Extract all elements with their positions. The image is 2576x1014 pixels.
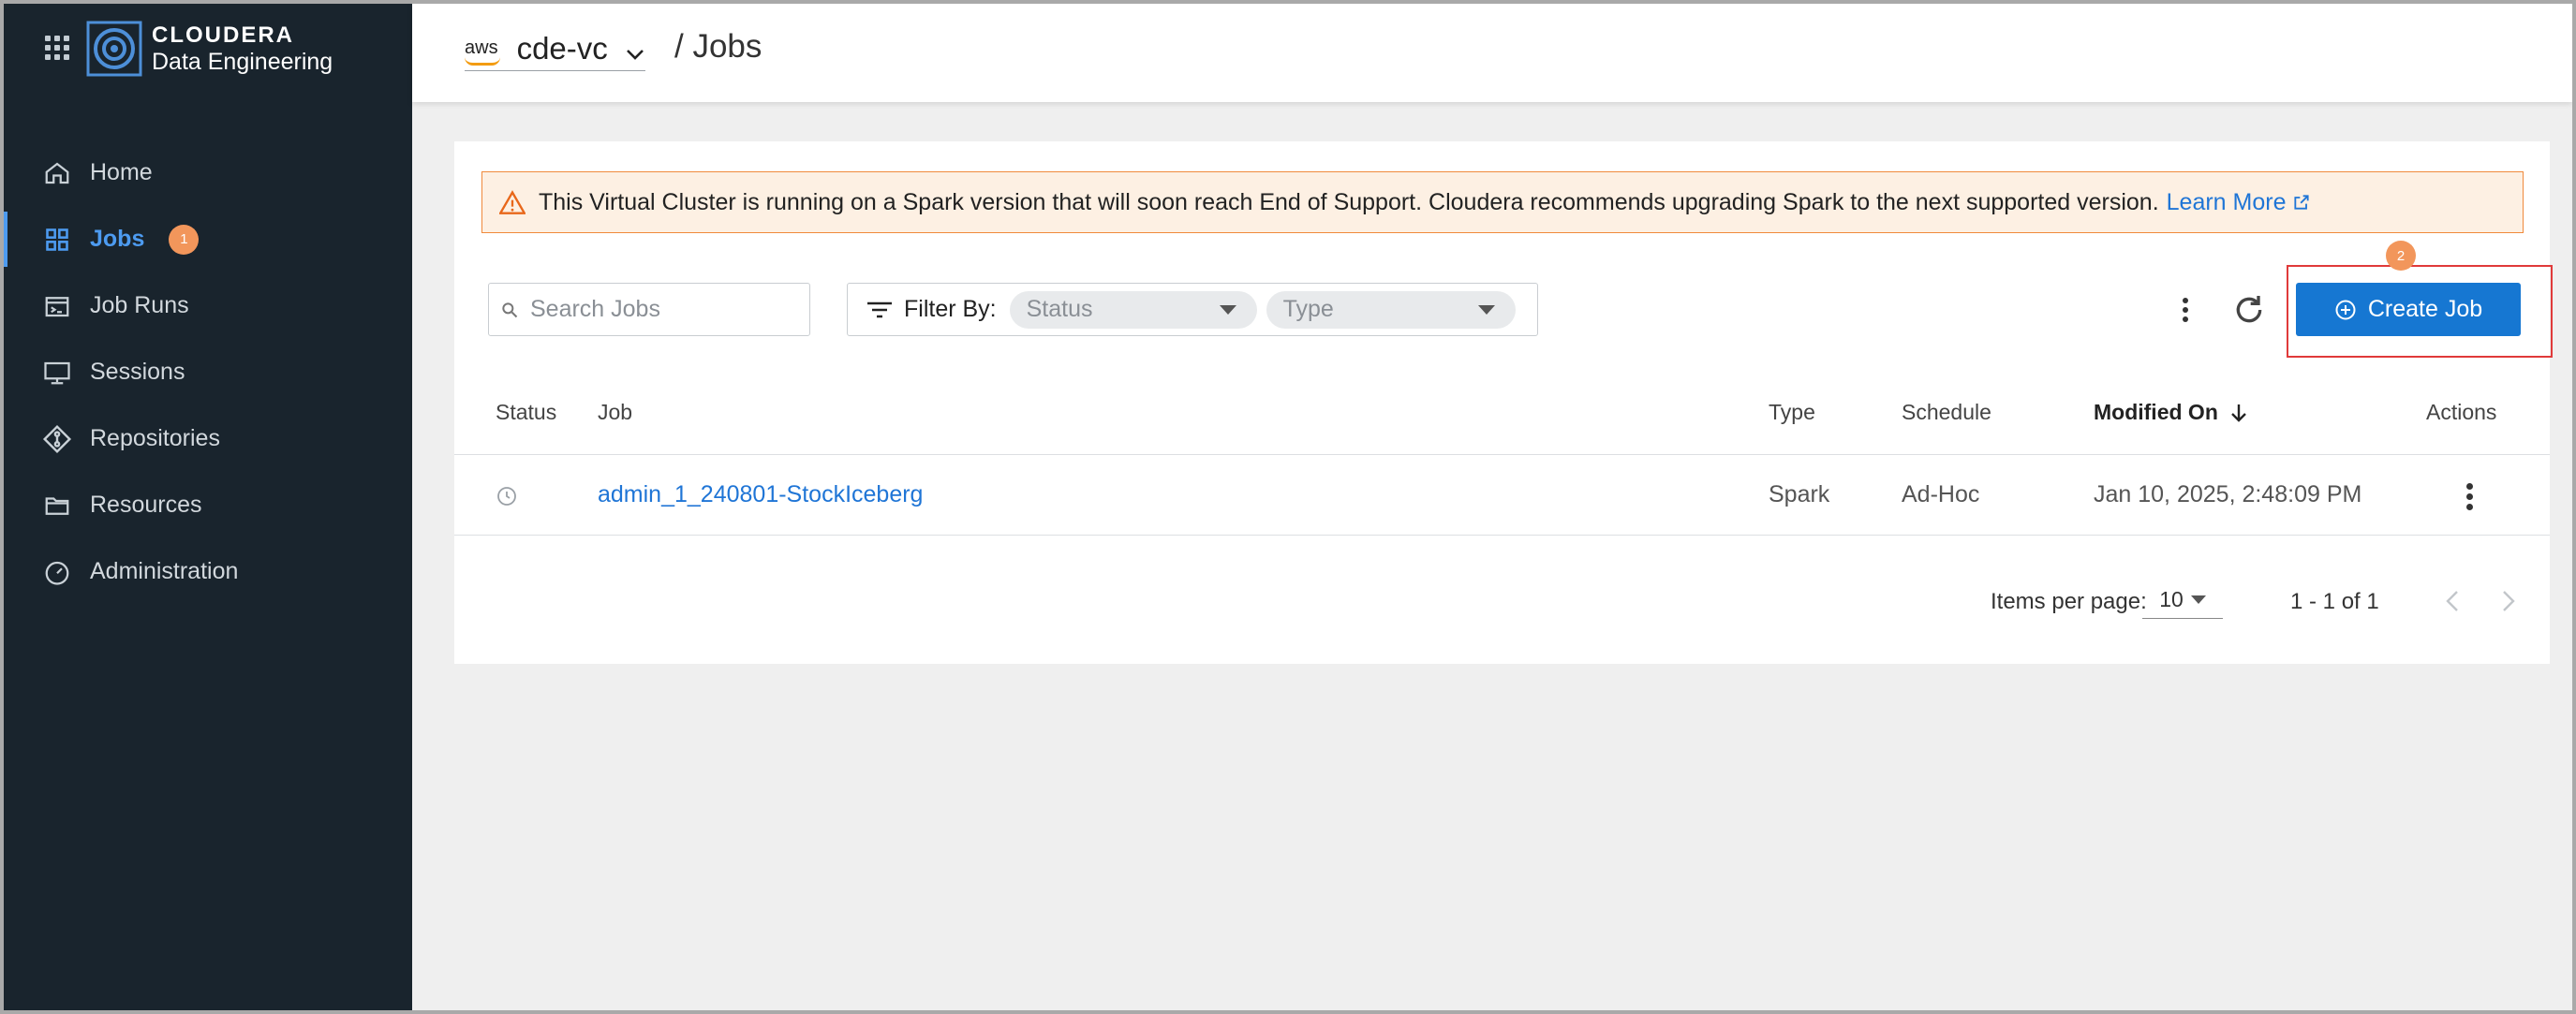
page-range: 1 - 1 of 1 — [2290, 589, 2379, 614]
table-row: admin_1_240801-StockIceberg Spark Ad-Hoc… — [454, 455, 2550, 536]
app-launcher-icon[interactable] — [45, 36, 69, 60]
job-name-link[interactable]: admin_1_240801-StockIceberg — [598, 481, 923, 508]
external-link-icon — [2293, 195, 2309, 210]
sidebar-item-resources[interactable]: Resources — [4, 472, 412, 538]
sidebar-item-repositories[interactable]: Repositories — [4, 405, 412, 472]
jobs-panel: This Virtual Cluster is running on a Spa… — [454, 141, 2553, 664]
chevron-down-icon — [626, 50, 644, 60]
sidebar-item-job-runs[interactable]: Job Runs — [4, 272, 412, 339]
caret-down-icon — [1219, 304, 1236, 315]
clock-icon — [497, 487, 516, 506]
sidebar-item-jobs[interactable]: Jobs 1 — [4, 206, 412, 272]
sidebar-item-label: Sessions — [90, 359, 185, 385]
items-per-page-value: 10 — [2159, 587, 2184, 611]
cloudera-logo-icon — [86, 21, 142, 77]
job-type: Spark — [1769, 481, 1830, 507]
jobs-table-header: Status Job Type Schedule Modified On Act… — [454, 366, 2550, 455]
sidebar-item-administration[interactable]: Administration — [4, 538, 412, 605]
monitor-icon — [41, 357, 73, 389]
plus-circle-icon — [2334, 299, 2357, 321]
learn-more-label: Learn More — [2166, 188, 2287, 215]
items-per-page-label: Items per page: — [1991, 589, 2147, 614]
folder-icon — [41, 490, 73, 522]
grid-icon — [41, 224, 73, 256]
column-type[interactable]: Type — [1769, 400, 1815, 425]
step-badge: 2 — [2386, 241, 2416, 271]
sidebar-item-label: Jobs — [90, 226, 145, 252]
search-icon — [502, 301, 518, 317]
column-modified-on[interactable]: Modified On — [2094, 400, 2248, 425]
caret-down-icon — [2190, 595, 2206, 604]
search-placeholder: Search Jobs — [530, 296, 660, 322]
brand-title: CLOUDERA — [152, 22, 294, 48]
breadcrumb: / Jobs — [674, 28, 762, 65]
gauge-icon — [41, 556, 73, 588]
cluster-name: cde-vc — [516, 31, 608, 66]
items-per-page-select[interactable]: 10 — [2142, 581, 2223, 619]
filter-icon — [867, 301, 892, 317]
status-filter-placeholder: Status — [1026, 296, 1093, 322]
more-options-icon[interactable] — [2169, 291, 2202, 329]
sidebar-item-label: Repositories — [90, 425, 220, 451]
arrow-down-icon — [2231, 404, 2246, 422]
sidebar: CLOUDERA Data Engineering Home Jobs 1 Jo… — [4, 4, 412, 1010]
filter-bar: Filter By: Status Type — [847, 283, 1538, 336]
sidebar-item-label: Job Runs — [90, 292, 189, 318]
refresh-icon[interactable] — [2230, 291, 2268, 329]
job-schedule: Ad-Hoc — [1902, 481, 1980, 507]
learn-more-link[interactable]: Learn More — [2167, 189, 2311, 216]
column-schedule[interactable]: Schedule — [1902, 400, 1991, 425]
sidebar-item-label: Administration — [90, 558, 239, 584]
create-job-label: Create Job — [2367, 296, 2483, 322]
sidebar-nav: Home Jobs 1 Job Runs Sessions Repositori… — [4, 140, 412, 605]
app-window: CLOUDERA Data Engineering Home Jobs 1 Jo… — [4, 4, 2572, 1010]
status-filter-select[interactable]: Status — [1009, 290, 1257, 329]
column-modified-on-label: Modified On — [2094, 400, 2218, 424]
aws-logo: aws — [465, 37, 500, 66]
cluster-selector[interactable]: aws cde-vc — [465, 28, 645, 71]
row-actions-icon[interactable] — [2455, 478, 2483, 515]
sidebar-item-sessions[interactable]: Sessions — [4, 339, 412, 405]
column-job[interactable]: Job — [598, 400, 632, 425]
column-status[interactable]: Status — [496, 400, 556, 425]
home-icon — [41, 157, 73, 189]
search-jobs-input[interactable]: Search Jobs — [488, 283, 810, 336]
job-modified-on: Jan 10, 2025, 2:48:09 PM — [2094, 481, 2362, 507]
next-page-icon[interactable] — [2495, 585, 2523, 617]
sidebar-item-home[interactable]: Home — [4, 140, 412, 206]
prev-page-icon[interactable] — [2438, 585, 2466, 617]
caret-down-icon — [1477, 304, 1495, 315]
sidebar-item-label: Home — [90, 159, 153, 185]
warning-icon — [499, 190, 526, 214]
brand-subtitle: Data Engineering — [152, 49, 333, 75]
type-filter-select[interactable]: Type — [1266, 290, 1516, 329]
sidebar-item-label: Resources — [90, 492, 202, 518]
filter-label: Filter By: — [904, 296, 997, 322]
column-actions: Actions — [2426, 400, 2497, 424]
page-header: aws cde-vc / Jobs — [412, 4, 2572, 102]
create-job-button[interactable]: Create Job — [2296, 283, 2521, 336]
banner-message: This Virtual Cluster is running on a Spa… — [539, 188, 2159, 215]
git-icon — [41, 423, 73, 455]
step-badge: 1 — [169, 224, 200, 255]
terminal-icon — [41, 290, 73, 322]
spark-eos-warning-banner: This Virtual Cluster is running on a Spa… — [481, 171, 2524, 233]
type-filter-placeholder: Type — [1282, 296, 1334, 322]
